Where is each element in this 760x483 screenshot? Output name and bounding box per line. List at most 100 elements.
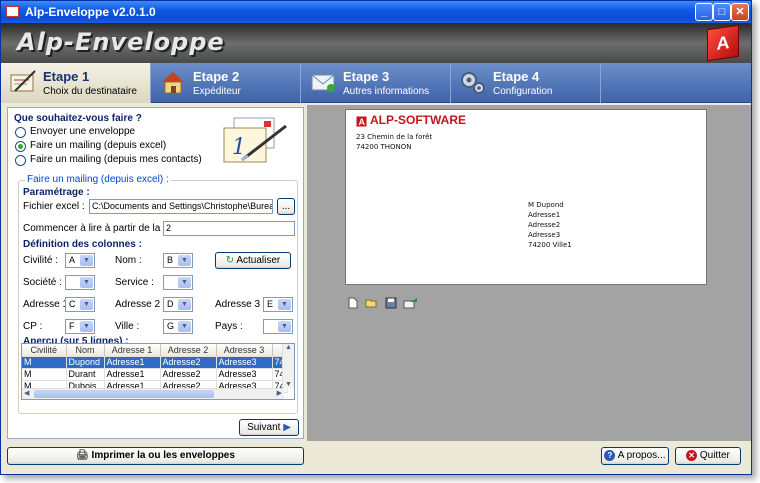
ville-select[interactable]: G ▼ [163,319,193,334]
sender-company: ALP-SOFTWARE [370,113,466,127]
service-label: Service : [115,277,154,288]
sender-line-2: 74200 THONON [356,143,412,151]
gears-icon [461,72,485,94]
svg-text:1: 1 [232,135,246,160]
mailing-excel-group: Faire un mailing (depuis excel) : Paramé… [18,174,298,414]
excel-file-input[interactable]: C:\Documents and Settings\Christophe\Bur… [89,199,273,214]
columns-definition-label: Définition des colonnes : [23,239,142,250]
preview-grid[interactable]: Civilité Nom Adresse 1 Adresse 2 Adresse… [21,343,295,400]
quit-button[interactable]: ✕ Quitter [675,447,741,465]
adresse2-select[interactable]: D ▼ [163,297,193,312]
grid-horizontal-scrollbar[interactable]: ◀ ▶ [22,388,284,399]
recipient-line-5: 74200 Ville1 [528,241,572,249]
step-1-subtitle: Choix du destinataire [43,86,137,97]
envelope-preview: A ALP-SOFTWARE 23 Chemin de la forêt 742… [345,109,707,285]
refresh-button[interactable]: ↻ Actualiser [215,252,291,269]
chevron-down-icon: ▼ [178,277,191,288]
window-title: Alp-Enveloppe v2.0.1.0 [25,5,156,19]
brand-logo-text: Alp-Enveloppe [17,28,225,56]
step-1-tab[interactable]: Etape 1 Choix du destinataire [1,63,151,103]
adresse1-select[interactable]: C ▼ [65,297,95,312]
about-button[interactable]: ? A propos... [601,447,669,465]
adresse3-select[interactable]: E ▼ [263,297,293,312]
grid-vertical-scrollbar[interactable]: ▲ ▼ [282,344,294,388]
print-label: Imprimer la ou les enveloppes [91,450,235,461]
step-2-subtitle: Expéditeur [193,86,241,97]
cp-select[interactable]: F ▼ [65,319,95,334]
next-button[interactable]: Suivant ▶ [239,419,299,436]
option-mailing-excel-radio[interactable] [15,141,26,152]
chevron-down-icon: ▼ [80,255,93,266]
open-folder-icon[interactable] [365,297,377,309]
arrow-right-icon: ▶ [283,422,291,433]
civilite-select[interactable]: A ▼ [65,253,95,268]
societe-select[interactable]: ▼ [65,275,95,290]
societe-label: Société : [23,277,62,288]
browse-button[interactable]: ... [277,198,295,215]
close-button[interactable]: ✕ [731,3,749,21]
house-icon [162,72,184,94]
recipient-line-4: Adresse3 [528,231,561,239]
option-mailing-excel-label: Faire un mailing (depuis excel) [30,140,167,151]
excel-file-label: Fichier excel : [23,201,85,212]
recipient-panel: Que souhaitez-vous faire ? 1 Envoyer une… [7,107,304,439]
grid-header[interactable]: Adresse 2 [160,344,217,357]
option-single-envelope-label: Envoyer une enveloppe [30,126,136,137]
help-icon: ? [604,450,616,461]
grid-header[interactable]: Adresse 1 [104,344,161,357]
app-banner: Alp-Enveloppe A [1,23,751,63]
about-label: A propos... [617,450,666,461]
envelope-preview-panel: A ALP-SOFTWARE 23 Chemin de la forêt 742… [307,105,751,441]
new-document-icon[interactable] [347,297,359,309]
grid-horizontal-thumb[interactable] [34,390,214,398]
option-single-envelope-radio[interactable] [15,127,26,138]
maximize-button[interactable]: □ [713,3,731,21]
maximize-icon: □ [718,6,726,18]
chevron-down-icon: ▼ [178,255,191,266]
title-bar[interactable]: Alp-Enveloppe v2.0.1.0 _ □ ✕ [1,1,751,23]
ville-label: Ville : [115,321,140,332]
envelope-icon [311,74,335,92]
save-icon[interactable] [385,297,397,309]
scroll-up-icon: ▲ [285,344,292,351]
parametrage-label: Paramétrage : [23,187,90,198]
grid-header[interactable]: Adresse 3 [216,344,273,357]
step-3-tab[interactable]: Etape 3 Autres informations [301,63,451,103]
recipient-line-1: M Dupond [528,201,564,209]
table-row[interactable]: M Durant Adresse1 Adresse2 Adresse3 74 [22,368,288,381]
export-envelope-icon[interactable] [403,297,419,309]
adresse3-label: Adresse 3 : [215,299,266,310]
step-4-tab[interactable]: Etape 4 Configuration [451,63,601,103]
table-row[interactable]: M Dupond Adresse1 Adresse2 Adresse3 74 [22,356,288,369]
grid-header[interactable]: Nom [66,344,105,357]
sender-line-1: 23 Chemin de la forêt [356,133,433,141]
letter-pen-icon [10,70,36,92]
letter-pen-illustration-icon: 1 [223,117,287,163]
step-2-title: Etape 2 [193,69,240,84]
service-select[interactable]: ▼ [163,275,193,290]
pays-select[interactable]: ▼ [263,319,293,334]
minimize-icon: _ [700,6,708,18]
scroll-left-icon: ◀ [24,390,30,397]
step-3-title: Etape 3 [343,69,390,84]
start-line-input[interactable]: 2 [163,221,295,236]
close-icon: ✕ [735,6,745,18]
minimize-button[interactable]: _ [695,3,713,21]
mailing-excel-legend: Faire un mailing (depuis excel) : [25,174,171,185]
option-mailing-contacts-label: Faire un mailing (depuis mes contacts) [30,154,202,165]
grid-header[interactable]: Civilité [22,344,67,357]
next-label: Suivant [247,422,281,433]
svg-text:A: A [359,117,366,127]
chevron-down-icon: ▼ [178,299,191,310]
print-envelopes-button[interactable]: 🖨 Imprimer la ou les enveloppes [7,447,304,465]
pays-label: Pays : [215,321,243,332]
chevron-down-icon: ▼ [80,321,93,332]
nom-select[interactable]: B ▼ [163,253,193,268]
step-2-tab[interactable]: Etape 2 Expéditeur [151,63,301,103]
quit-icon: ✕ [686,450,698,461]
quit-label: Quitter [699,450,730,461]
printer-icon: 🖨 [76,450,89,461]
refresh-icon: ↻ [225,255,235,266]
option-mailing-contacts-radio[interactable] [15,155,26,166]
app-icon [6,6,19,17]
